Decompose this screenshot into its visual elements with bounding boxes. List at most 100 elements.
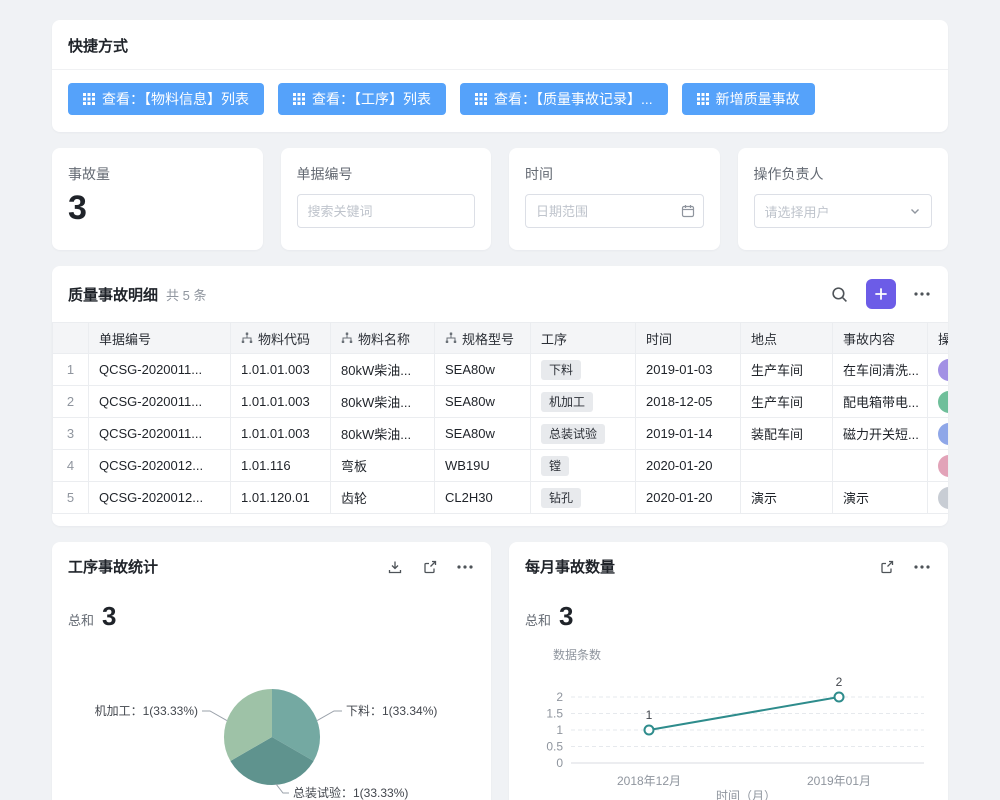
column-header-doc-no[interactable]: 单据编号 — [89, 323, 231, 354]
accident-count-value: 3 — [68, 190, 247, 227]
pie-label-left: 机加工：1(33.33%) — [95, 704, 198, 718]
quality-accident-table: 单据编号 物料代码 物料名称 规格型号 工序 时间 地点 事故内容 操 1 QC… — [52, 322, 948, 514]
y-tick: 1.5 — [546, 707, 563, 721]
cell-process: 镗 — [531, 450, 636, 482]
point-value-label: 1 — [646, 708, 653, 722]
column-header-material-name[interactable]: 物料名称 — [331, 323, 435, 354]
open-external-button[interactable] — [420, 557, 440, 577]
process-tag: 钻孔 — [541, 488, 581, 508]
search-icon — [831, 286, 848, 303]
table-row[interactable]: 5 QCSG-2020012... 1.01.120.01 齿轮 CL2H30 … — [53, 482, 949, 514]
column-header-place[interactable]: 地点 — [741, 323, 833, 354]
cell-content: 在车间清洗... — [833, 354, 928, 386]
filter-row: 事故量 3 单据编号 时间 操作负责人 请选择用户 — [52, 148, 948, 250]
column-header-process[interactable]: 工序 — [531, 323, 636, 354]
table-row[interactable]: 3 QCSG-2020011... 1.01.01.003 80kW柴油... … — [53, 418, 949, 450]
column-header-material-code[interactable]: 物料代码 — [231, 323, 331, 354]
line-card-actions — [877, 557, 932, 577]
date-range-input-wrap — [525, 194, 704, 228]
open-external-button[interactable] — [877, 557, 897, 577]
table-row[interactable]: 1 QCSG-2020011... 1.01.01.003 80kW柴油... … — [53, 354, 949, 386]
doc-number-search-input[interactable] — [297, 194, 476, 228]
search-button[interactable] — [829, 284, 850, 305]
open-external-icon — [422, 559, 438, 575]
more-menu-button[interactable] — [455, 563, 475, 571]
cell-place: 装配车间 — [741, 418, 833, 450]
cell-time: 2019-01-14 — [636, 418, 741, 450]
cell-doc-no: QCSG-2020011... — [89, 418, 231, 450]
table-title: 质量事故明细 — [68, 284, 158, 305]
cell-index: 3 — [53, 418, 89, 450]
grid-icon — [293, 93, 305, 105]
pie-leader-line — [317, 711, 342, 721]
table-header-row: 单据编号 物料代码 物料名称 规格型号 工序 时间 地点 事故内容 操 — [53, 323, 949, 354]
cell-operator — [928, 482, 949, 514]
date-range-input[interactable] — [525, 194, 704, 228]
shortcut-label: 查看：【物料信息】列表 — [102, 89, 249, 109]
download-icon — [387, 559, 403, 575]
shortcut-add-quality-accident-button[interactable]: 新增质量事故 — [682, 83, 815, 115]
cell-material-code: 1.01.01.003 — [231, 354, 331, 386]
pie-total: 总和 3 — [52, 587, 491, 632]
cell-index: 1 — [53, 354, 89, 386]
charts-row: 工序事故统计 总和 3 — [52, 542, 948, 800]
column-header-operator[interactable]: 操 — [928, 323, 949, 354]
cell-material-code: 1.01.01.003 — [231, 418, 331, 450]
cell-process: 钻孔 — [531, 482, 636, 514]
shortcut-label: 查看：【质量事故记录】... — [494, 89, 653, 109]
cell-content: 演示 — [833, 482, 928, 514]
doc-number-filter-label: 单据编号 — [297, 164, 476, 184]
relation-icon — [241, 332, 253, 344]
column-header-time[interactable]: 时间 — [636, 323, 741, 354]
accident-count-card: 事故量 3 — [52, 148, 263, 250]
user-select[interactable]: 请选择用户 — [754, 194, 933, 228]
add-record-button[interactable] — [866, 279, 896, 309]
cell-place: 生产车间 — [741, 354, 833, 386]
shortcut-view-material-list-button[interactable]: 查看：【物料信息】列表 — [68, 83, 264, 115]
cell-material-code: 1.01.01.003 — [231, 386, 331, 418]
process-pie-chart: 机加工：1(33.33%) 下料：1(33.34%) 总装试验：1(33.33%… — [52, 638, 491, 800]
pie-card-header: 工序事故统计 — [52, 542, 491, 587]
cell-spec: CL2H30 — [435, 482, 531, 514]
x-axis-title: 时间（月） — [716, 789, 776, 800]
table-row[interactable]: 2 QCSG-2020011... 1.01.01.003 80kW柴油... … — [53, 386, 949, 418]
column-header-content[interactable]: 事故内容 — [833, 323, 928, 354]
cell-spec: WB19U — [435, 450, 531, 482]
grid-icon — [697, 93, 709, 105]
shortcut-view-quality-records-button[interactable]: 查看：【质量事故记录】... — [460, 83, 668, 115]
more-menu-button[interactable] — [912, 563, 932, 571]
cell-doc-no: QCSG-2020011... — [89, 354, 231, 386]
pie-chart-title: 工序事故统计 — [68, 556, 385, 577]
shortcut-view-process-list-button[interactable]: 查看：【工序】列表 — [278, 83, 446, 115]
table-row[interactable]: 4 QCSG-2020012... 1.01.116 弯板 WB19U 镗 20… — [53, 450, 949, 482]
x-tick: 2018年12月 — [617, 774, 681, 788]
process-tag: 下料 — [541, 360, 581, 380]
cell-operator — [928, 354, 949, 386]
cell-material-name: 弯板 — [331, 450, 435, 482]
data-point[interactable] — [645, 726, 654, 735]
line-card-header: 每月事故数量 — [509, 542, 948, 587]
y-tick: 2 — [556, 690, 563, 704]
cell-doc-no: QCSG-2020011... — [89, 386, 231, 418]
x-tick: 2019年01月 — [807, 774, 871, 788]
download-button[interactable] — [385, 557, 405, 577]
line-total-value: 3 — [559, 601, 573, 632]
user-select-placeholder: 请选择用户 — [765, 202, 830, 221]
pie-total-label: 总和 — [68, 610, 94, 629]
operator-filter-label: 操作负责人 — [754, 164, 933, 184]
column-header-spec[interactable]: 规格型号 — [435, 323, 531, 354]
cell-place: 演示 — [741, 482, 833, 514]
cell-material-name: 80kW柴油... — [331, 354, 435, 386]
shortcuts-card: 快捷方式 查看：【物料信息】列表 查看：【工序】列表 查看：【质量事故记录】..… — [52, 20, 948, 132]
data-point[interactable] — [835, 693, 844, 702]
line-total-label: 总和 — [525, 610, 551, 629]
cell-spec: SEA80w — [435, 386, 531, 418]
cell-index: 2 — [53, 386, 89, 418]
avatar — [938, 487, 948, 509]
cell-content: 磁力开关短... — [833, 418, 928, 450]
grid-icon — [83, 93, 95, 105]
quality-accident-table-card: 质量事故明细 共 5 条 单据编号 — [52, 266, 948, 526]
plus-icon — [874, 287, 888, 301]
more-menu-button[interactable] — [912, 290, 932, 298]
time-filter-label: 时间 — [525, 164, 704, 184]
